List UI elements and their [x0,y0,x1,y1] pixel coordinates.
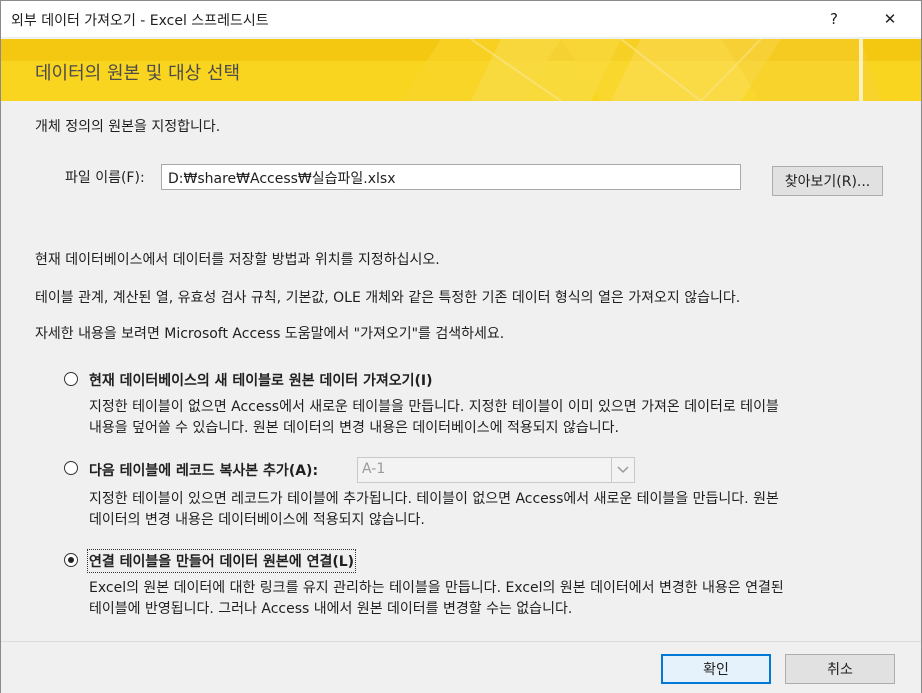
file-name-label: 파일 이름(F): [65,170,145,186]
browse-button[interactable]: 찾아보기(R)... [772,166,883,196]
import-option-label[interactable]: 현재 데이터베이스의 새 테이블로 원본 데이터 가져오기(I) [89,370,433,390]
close-button[interactable]: ✕ [867,1,913,37]
link-desc-line-1: Excel의 원본 데이터에 대한 링크를 유지 관리하는 테이블을 만듭니다.… [89,580,784,596]
banner-title: 데이터의 원본 및 대상 선택 [35,63,241,84]
info-line-2: 테이블 관계, 계산된 열, 유효성 검사 규칙, 기본값, OLE 개체와 같… [35,290,741,306]
link-option-label[interactable]: 연결 테이블을 만들어 데이터 원본에 연결(L) [86,549,357,573]
append-table-select[interactable]: A-1 [357,457,635,483]
append-option-desc: 지정한 테이블이 있으면 레코드가 테이블에 추가됩니다. 테이블이 없으면 A… [89,489,779,531]
import-radio[interactable] [64,372,78,386]
close-icon: ✕ [883,10,897,28]
import-desc-line-1: 지정한 테이블이 없으면 Access에서 새로운 테이블을 만듭니다. 지정한… [89,399,779,415]
title-bar: 외부 데이터 가져오기 - Excel 스프레드시트 ? ✕ [1,1,921,37]
link-radio[interactable] [64,553,78,567]
link-option-desc: Excel의 원본 데이터에 대한 링크를 유지 관리하는 테이블을 만듭니다.… [89,578,784,620]
append-radio[interactable] [64,461,78,475]
ok-button-label: 확인 [703,662,729,678]
source-intro: 개체 정의의 원본을 지정합니다. [35,119,221,135]
window-title: 외부 데이터 가져오기 - Excel 스프레드시트 [11,13,269,29]
append-option-label[interactable]: 다음 테이블에 레코드 복사본 추가(A): [89,460,318,480]
cancel-button[interactable]: 취소 [785,654,895,684]
info-line-3: 자세한 내용을 보려면 Microsoft Access 도움말에서 "가져오기… [35,326,505,342]
link-desc-line-2: 테이블에 반영됩니다. 그러나 Access 내에서 원본 데이터를 변경할 수… [89,601,573,617]
import-desc-line-2: 내용을 덮어쓸 수 있습니다. 원본 데이터의 변경 내용은 데이터베이스에 적… [89,420,619,436]
help-button[interactable]: ? [811,1,857,37]
import-option-desc: 지정한 테이블이 없으면 Access에서 새로운 테이블을 만듭니다. 지정한… [89,397,779,439]
help-icon: ? [830,10,838,28]
header-banner: 데이터의 원본 및 대상 선택 [1,39,921,101]
chevron-down-icon [611,458,634,482]
import-dialog: 외부 데이터 가져오기 - Excel 스프레드시트 ? ✕ 데이터의 원본 및… [0,0,922,693]
ok-button[interactable]: 확인 [661,654,771,684]
append-desc-line-2: 데이터의 변경 내용은 데이터베이스에 적용되지 않습니다. [89,512,425,528]
append-table-value: A-1 [362,461,386,477]
append-desc-line-1: 지정한 테이블이 있으면 레코드가 테이블에 추가됩니다. 테이블이 없으면 A… [89,491,779,507]
cancel-button-label: 취소 [827,662,853,678]
info-line-1: 현재 데이터베이스에서 데이터를 저장할 방법과 위치를 지정하십시오. [35,252,440,268]
file-name-input[interactable]: D:₩share₩Access₩실습파일.xlsx [161,164,741,190]
browse-button-label: 찾아보기(R)... [784,174,871,190]
dialog-footer: 확인 취소 [1,641,921,693]
file-name-value: D:₩share₩Access₩실습파일.xlsx [168,171,396,187]
